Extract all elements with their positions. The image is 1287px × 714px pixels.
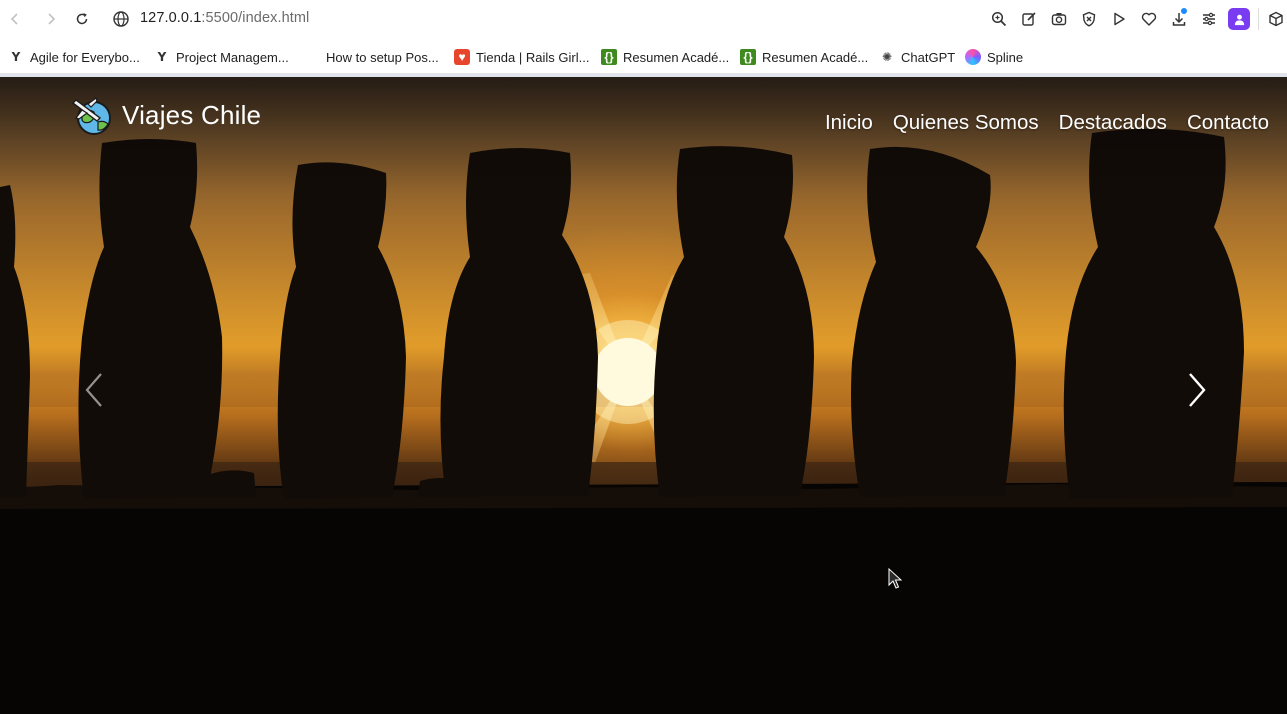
- back-button[interactable]: [4, 8, 26, 30]
- url-host: 127.0.0.1: [140, 10, 202, 26]
- v-favicon-icon: Y: [157, 50, 167, 64]
- bookmark-label: Resumen Acadé...: [623, 49, 730, 65]
- site-title: Viajes Chile: [122, 99, 262, 130]
- heart-favicon-icon: ♥: [454, 49, 470, 65]
- extension-cube-icon: [1269, 11, 1283, 27]
- zoom-button[interactable]: [984, 7, 1014, 31]
- bookmark-item[interactable]: {} Resumen Acadé...: [740, 47, 868, 67]
- extensions-button[interactable]: [1265, 7, 1287, 31]
- bookmark-item[interactable]: Y Project Managem...: [154, 47, 289, 67]
- bookmark-label: Resumen Acadé...: [762, 49, 869, 65]
- reload-button[interactable]: [71, 8, 93, 30]
- camera-icon: [1051, 13, 1067, 26]
- chatgpt-icon: ✺: [881, 50, 893, 64]
- bookmark-label: Agile for Everybo...: [30, 49, 140, 65]
- bookmarks-bar: Y Agile for Everybo... Y Project Managem…: [0, 38, 1287, 74]
- nav-link-destacados[interactable]: Destacados: [1059, 111, 1167, 135]
- player-button[interactable]: [1104, 7, 1134, 31]
- menu-button[interactable]: [1194, 7, 1224, 31]
- nav-link-contacto[interactable]: Contacto: [1187, 111, 1269, 135]
- arrow-left-icon: [10, 13, 18, 25]
- bookmark-item[interactable]: Y Agile for Everybo...: [8, 47, 140, 67]
- download-badge: [1181, 8, 1187, 14]
- forward-button[interactable]: [40, 8, 62, 30]
- arrow-right-icon: [48, 13, 56, 25]
- main-navigation: Inicio Quienes Somos Destacados Contacto: [805, 111, 1269, 135]
- bookmark-label: ChatGPT: [901, 49, 956, 65]
- hero-overlay: [0, 77, 1287, 714]
- play-icon: [1114, 12, 1125, 26]
- green-bracket-favicon-icon: {}: [601, 49, 617, 65]
- menu-lines-icon: [1203, 12, 1215, 26]
- globe-plane-logo-icon: [71, 97, 111, 135]
- bookmark-label: Spline: [987, 49, 1024, 65]
- chevron-left-icon: [85, 373, 102, 407]
- carousel-prev-button[interactable]: [76, 370, 112, 410]
- heart-icon: [1141, 12, 1157, 26]
- bookmark-label: How to setup Pos...: [326, 49, 439, 65]
- toolbar-divider: [1258, 8, 1259, 30]
- edit-icon: [1022, 12, 1036, 26]
- carousel-next-button[interactable]: [1179, 370, 1215, 410]
- address-bar[interactable]: 127.0.0.1:5500/index.html: [140, 10, 309, 26]
- adblock-button[interactable]: [1074, 7, 1104, 31]
- nav-link-inicio[interactable]: Inicio: [825, 111, 873, 135]
- bookmark-item[interactable]: ♥ Tienda | Rails Girl...: [454, 47, 589, 67]
- reload-icon: [76, 13, 88, 25]
- browser-toolbar: 127.0.0.1:5500/index.html: [0, 0, 1287, 38]
- edit-button[interactable]: [1014, 7, 1044, 31]
- spline-icon: [965, 49, 981, 65]
- green-bracket-favicon-icon: {}: [740, 49, 756, 65]
- bookmark-label: Tienda | Rails Girl...: [476, 49, 590, 65]
- mouse-cursor-icon: [888, 568, 902, 589]
- bookmark-item[interactable]: ✺ ChatGPT: [879, 47, 955, 67]
- hero-carousel: Viajes Chile Inicio Quienes Somos Destac…: [0, 77, 1287, 714]
- site-brand[interactable]: Viajes Chile: [70, 95, 261, 135]
- chevron-right-icon: [1189, 373, 1206, 407]
- bookmark-item[interactable]: How to setup Pos...: [326, 47, 439, 67]
- bookmark-item[interactable]: Spline: [965, 47, 1023, 67]
- profile-icon: [1234, 14, 1244, 25]
- nav-link-quienes-somos[interactable]: Quienes Somos: [893, 111, 1039, 135]
- bookmark-item[interactable]: {} Resumen Acadé...: [601, 47, 729, 67]
- zoom-icon: [991, 11, 1007, 27]
- bookmark-label: Project Managem...: [176, 49, 289, 65]
- downloads-button[interactable]: [1164, 7, 1194, 31]
- globe-icon: [113, 11, 129, 27]
- screenshot-button[interactable]: [1044, 7, 1074, 31]
- favorites-button[interactable]: [1134, 7, 1164, 31]
- shield-icon: [1082, 11, 1096, 27]
- url-path: :5500/index.html: [201, 10, 310, 26]
- profile-button[interactable]: [1228, 8, 1250, 30]
- toolbar-actions: [984, 7, 1287, 31]
- v-favicon-icon: Y: [11, 50, 21, 64]
